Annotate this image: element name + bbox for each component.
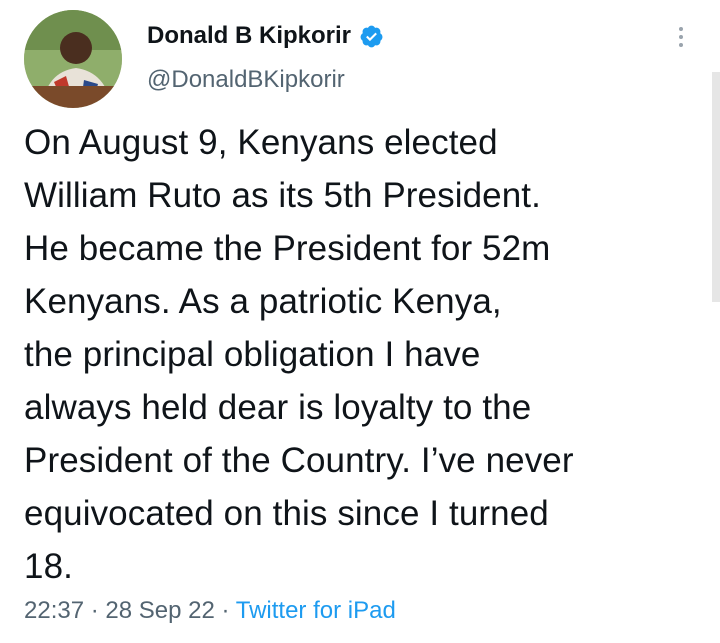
- meta-separator: ·: [214, 597, 236, 624]
- more-dot: [679, 43, 683, 47]
- more-dot: [679, 35, 683, 39]
- avatar-image: [24, 10, 122, 108]
- tweet-time[interactable]: 22:37: [24, 597, 84, 624]
- author-name-row: Donald B Kipkorir: [147, 22, 384, 50]
- author-name[interactable]: Donald B Kipkorir: [147, 22, 351, 50]
- tweet-source-link[interactable]: Twitter for iPad: [236, 597, 396, 624]
- more-options-icon[interactable]: [664, 22, 698, 52]
- avatar[interactable]: [24, 10, 122, 108]
- tweet-text: On August 9, Kenyans elected William Rut…: [24, 123, 574, 586]
- more-dot: [679, 27, 683, 31]
- author-handle[interactable]: @DonaldBKipkorir: [147, 66, 345, 94]
- verified-badge-icon: [360, 25, 383, 47]
- scrollbar[interactable]: [712, 72, 720, 302]
- meta-separator: ·: [84, 597, 106, 624]
- tweet-meta: 22:37 · 28 Sep 22 · Twitter for iPad: [24, 597, 396, 625]
- tweet-date[interactable]: 28 Sep 22: [105, 597, 214, 624]
